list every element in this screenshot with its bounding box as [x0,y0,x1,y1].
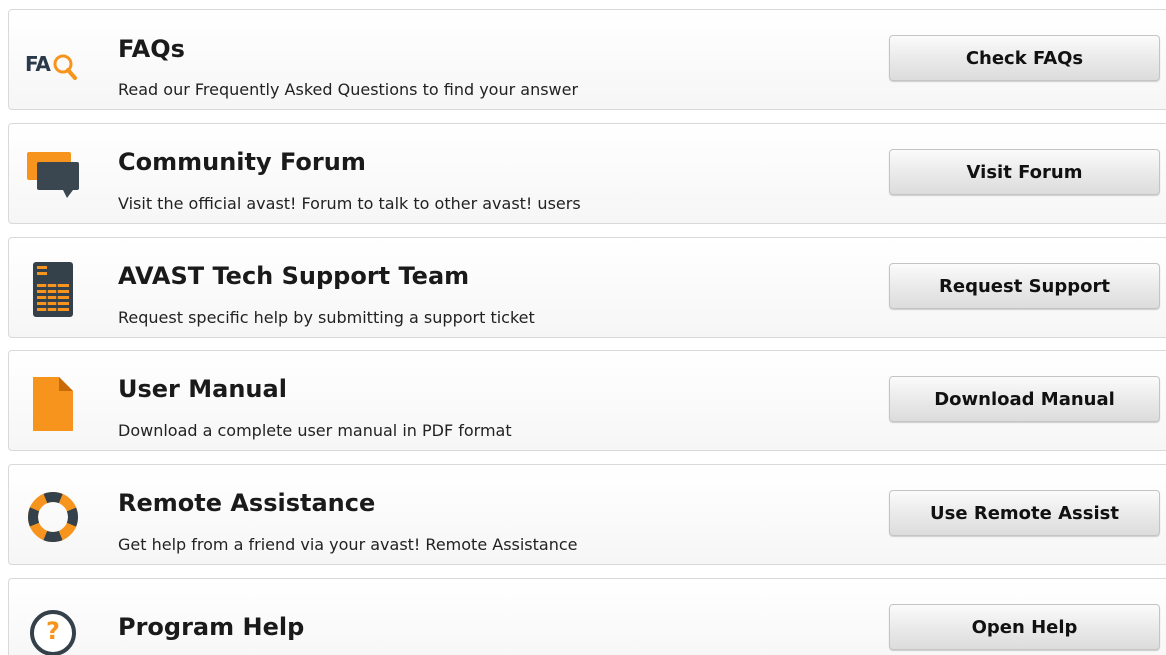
user-manual-title: User Manual [118,375,287,403]
support-ticket-icon [23,262,83,322]
help-row-user-manual: User Manual Download a complete user man… [8,350,1166,451]
community-forum-title: Community Forum [118,148,366,176]
download-manual-button[interactable]: Download Manual [889,376,1160,422]
visit-forum-button[interactable]: Visit Forum [889,149,1160,195]
question-mark-glyph: ? [46,617,60,645]
remote-assistance-title: Remote Assistance [118,489,376,517]
question-mark-icon: ? [23,603,83,655]
request-support-button[interactable]: Request Support [889,263,1160,309]
check-faqs-button[interactable]: Check FAQs [889,35,1160,81]
help-row-tech-support: AVAST Tech Support Team Request specific… [8,237,1166,338]
lifebuoy-icon [23,489,83,549]
chat-bubbles-icon [23,148,83,208]
tech-support-description: Request specific help by submitting a su… [118,308,535,327]
help-row-remote-assistance: Remote Assistance Get help from a friend… [8,464,1166,565]
help-row-faqs: FA FAQs Read our Frequently Asked Questi… [8,9,1166,110]
use-remote-assist-button[interactable]: Use Remote Assist [889,490,1160,536]
remote-assistance-description: Get help from a friend via your avast! R… [118,535,578,554]
faqs-description: Read our Frequently Asked Questions to f… [118,80,579,99]
faq-magnifier-icon: FA [23,40,83,100]
tech-support-title: AVAST Tech Support Team [118,262,470,290]
user-manual-description: Download a complete user manual in PDF f… [118,421,512,440]
help-row-community-forum: Community Forum Visit the official avast… [8,123,1166,224]
help-options-list: FA FAQs Read our Frequently Asked Questi… [0,0,1166,655]
program-help-title: Program Help [118,613,305,641]
open-help-button[interactable]: Open Help [889,604,1160,650]
document-icon [23,375,83,435]
faqs-title: FAQs [118,35,185,63]
community-forum-description: Visit the official avast! Forum to talk … [118,194,581,213]
help-row-program-help: ? Program Help Open Help [8,578,1166,655]
